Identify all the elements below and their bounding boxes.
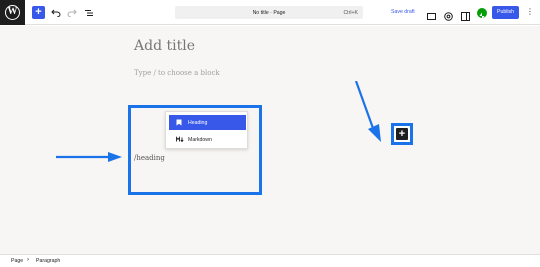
add-block-button[interactable]: + [396, 128, 408, 140]
annotation-arrow-right [56, 152, 122, 162]
block-inserter-button[interactable]: + [32, 6, 45, 19]
redo-icon[interactable] [67, 6, 77, 19]
settings-sidebar-icon[interactable] [461, 8, 470, 21]
breadcrumb-paragraph[interactable]: Paragraph [36, 258, 60, 264]
bookmark-icon [176, 119, 182, 126]
block-breadcrumb: Page › Paragraph [0, 254, 540, 267]
slash-command-text[interactable]: /heading [134, 154, 165, 162]
markdown-icon [176, 136, 184, 143]
preview-icon[interactable] [427, 8, 436, 20]
editor-canvas[interactable]: Add title Type / to choose a block /head… [0, 26, 540, 254]
document-title: No title · Page [252, 9, 286, 16]
autocomplete-item-label: Markdown [188, 137, 212, 143]
block-inserter-highlight: + [391, 123, 413, 145]
block-placeholder[interactable]: Type / to choose a block [134, 69, 220, 77]
jetpack-icon[interactable] [477, 7, 487, 19]
help-icon[interactable] [444, 8, 453, 21]
more-options-icon[interactable]: ⋮ [526, 7, 534, 17]
breadcrumb-page[interactable]: Page [11, 258, 23, 264]
wordpress-logo-letter: W [5, 5, 20, 20]
command-shortcut: Ctrl+K [343, 9, 358, 16]
document-overview-icon[interactable] [84, 6, 94, 19]
autocomplete-item-label: Heading [188, 120, 208, 126]
document-bar[interactable]: No title · Page Ctrl+K [175, 6, 363, 19]
block-autocomplete-popup: Heading Markdown [165, 111, 248, 149]
autocomplete-item-heading[interactable]: Heading [169, 115, 246, 130]
wordpress-logo-icon[interactable]: W [0, 0, 25, 25]
chevron-right-icon: › [27, 257, 29, 263]
autocomplete-item-markdown[interactable]: Markdown [169, 132, 246, 147]
undo-icon[interactable] [51, 6, 61, 19]
save-draft-button[interactable]: Save draft [391, 9, 415, 15]
top-toolbar: W + No title · Page Ctrl+K Save draft Pu… [0, 0, 540, 25]
annotation-arrow-down [354, 81, 381, 142]
post-title-field[interactable]: Add title [134, 38, 195, 54]
publish-button[interactable]: Publish [492, 6, 519, 19]
